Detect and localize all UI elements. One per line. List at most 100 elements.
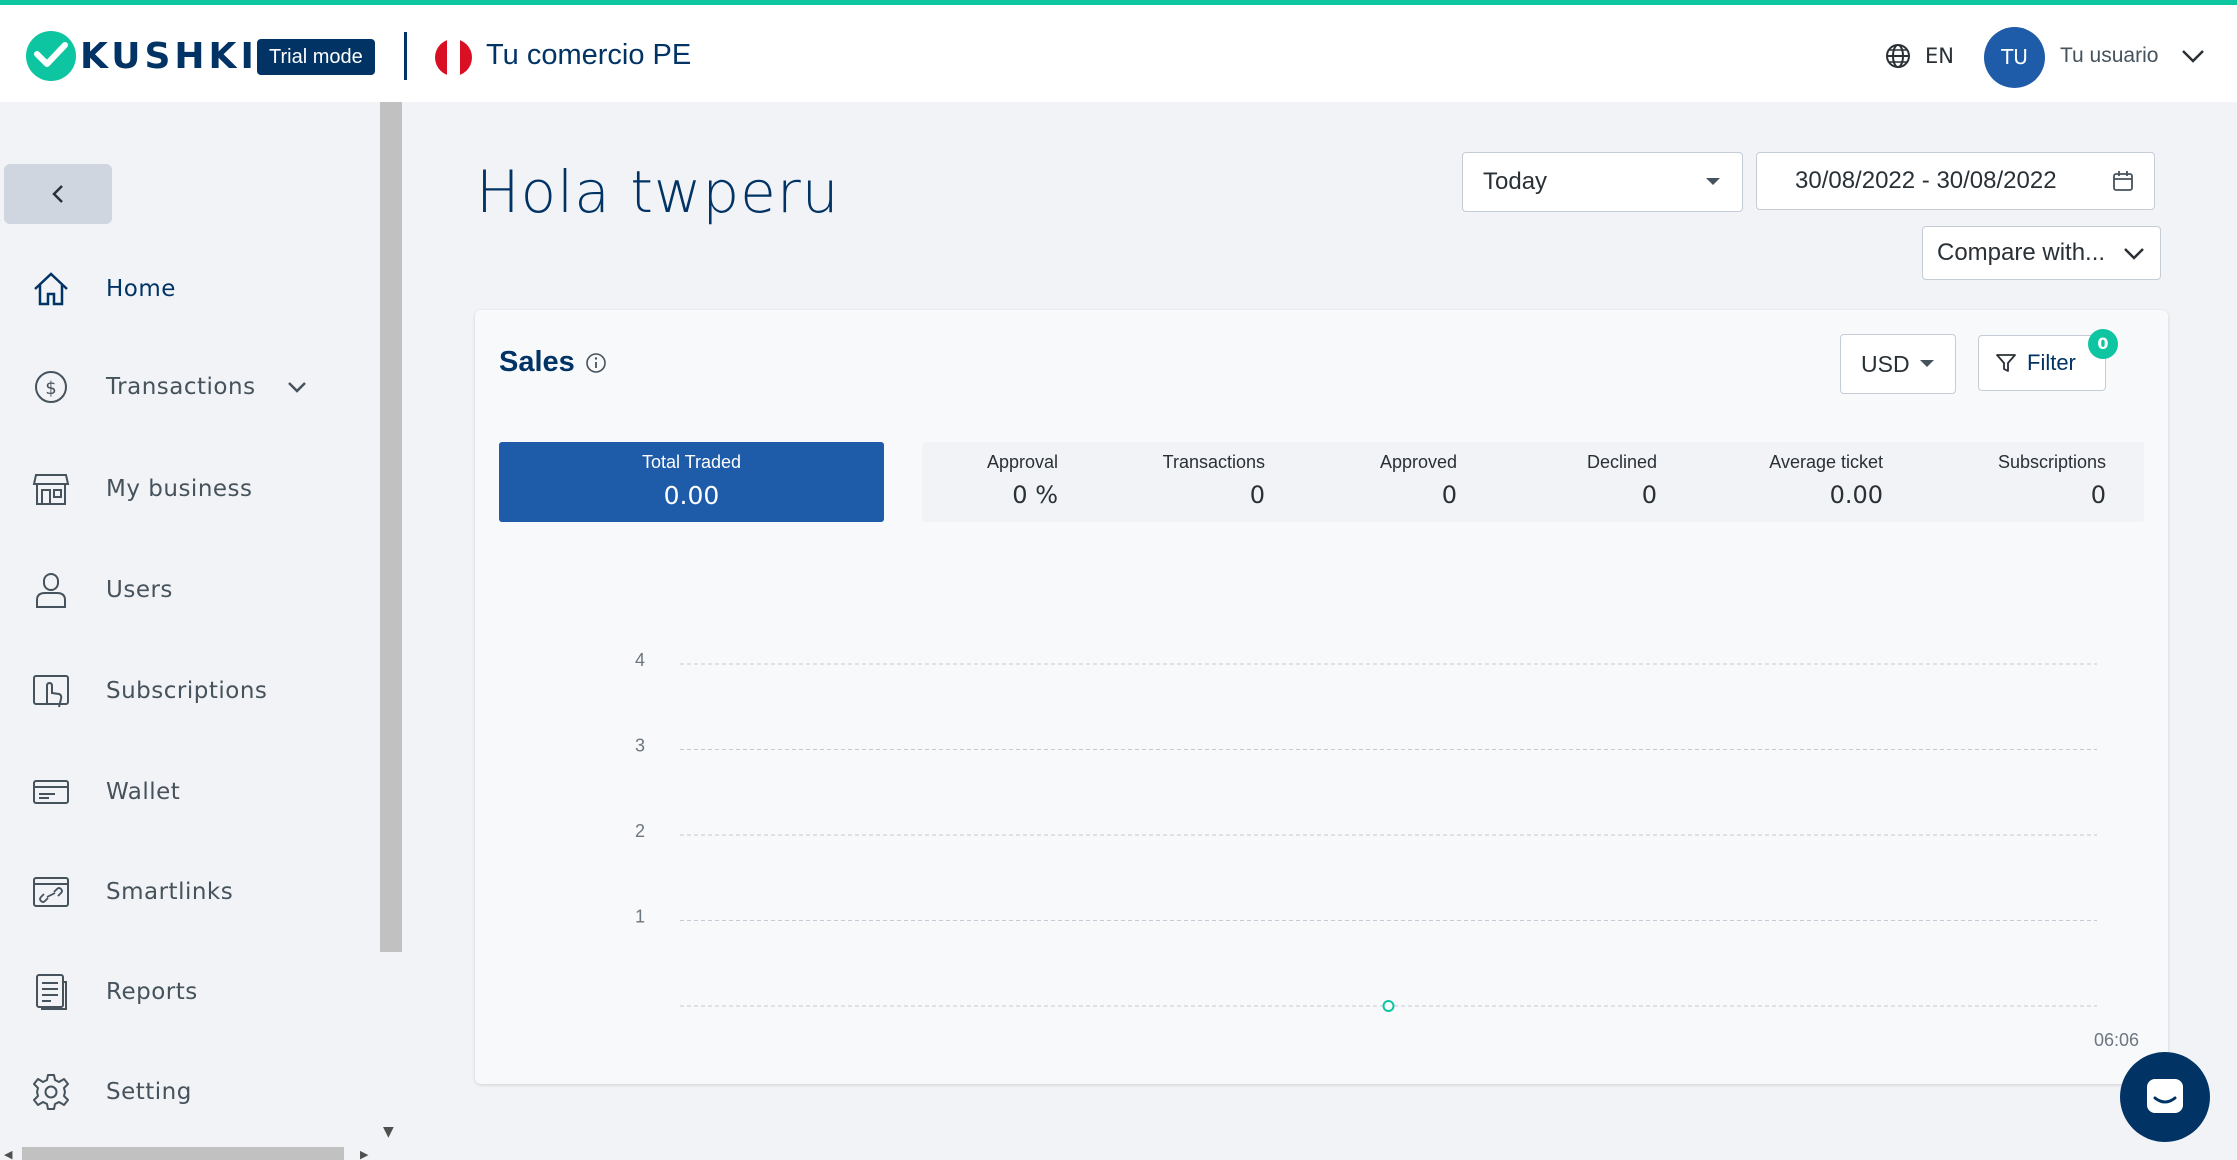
filter-button[interactable]: Filter xyxy=(1978,335,2106,391)
kpi-value: 0 xyxy=(1249,481,1265,509)
kpi-value: 0.00 xyxy=(1829,481,1883,509)
scroll-down-arrow-icon[interactable]: ▼ xyxy=(383,1124,394,1140)
sidebar-item-label: Users xyxy=(106,577,173,603)
touch-tap-icon xyxy=(30,670,72,712)
sidebar-item-label: Smartlinks xyxy=(106,879,234,905)
page-title: Hola twperu xyxy=(476,158,840,226)
kpi-value: 0 xyxy=(2090,481,2106,509)
sidebar-item-smartlinks[interactable]: Smartlinks xyxy=(30,869,233,915)
username[interactable]: Tu usuario xyxy=(2060,44,2158,68)
kpi-label: Average ticket xyxy=(1769,452,1883,472)
logo-check-icon xyxy=(26,31,76,81)
sidebar-item-label: Setting xyxy=(106,1079,192,1105)
chevron-down-icon xyxy=(2124,248,2144,260)
y-tick-label: 3 xyxy=(635,736,645,756)
sidebar-item-label: Wallet xyxy=(106,779,181,805)
peru-flag-icon xyxy=(435,39,472,76)
language-code: EN xyxy=(1925,44,1954,68)
report-icon xyxy=(30,971,72,1013)
kpi-value: 0 xyxy=(1441,481,1457,509)
kpi-value: 0 xyxy=(1641,481,1657,509)
kpi-transactions[interactable]: Transactions 0 xyxy=(1072,442,1265,522)
home-icon xyxy=(30,268,72,310)
sales-line-chart: 1 2 3 4 06:06 xyxy=(635,650,2139,1050)
sidebar-item-subscriptions[interactable]: Subscriptions xyxy=(30,668,267,714)
kpi-label: Declined xyxy=(1586,452,1657,472)
kpi-total-traded[interactable]: Total Traded 0.00 xyxy=(499,442,884,522)
header-divider xyxy=(404,32,407,80)
avatar[interactable]: TU xyxy=(1984,27,2045,88)
kpi-declined[interactable]: Declined 0 xyxy=(1482,442,1657,522)
date-range-picker[interactable]: 30/08/2022 - 30/08/2022 xyxy=(1756,152,2155,210)
kpi-approved[interactable]: Approved 0 xyxy=(1282,442,1457,522)
chevron-down-icon[interactable] xyxy=(2180,45,2206,67)
gear-icon xyxy=(30,1071,72,1113)
sales-card: Sales USD Filter 0 Total Traded 0.00 App… xyxy=(475,310,2168,1084)
top-bar: KUSHKI Trial mode Tu comercio PE EN TU T… xyxy=(0,5,2237,102)
sidebar-item-my-business[interactable]: My business xyxy=(30,466,253,512)
sidebar: Home $ Transactions My business Users Su… xyxy=(0,102,380,1160)
sidebar-scrollbar-thumb[interactable] xyxy=(380,102,402,952)
x-tick-label: 06:06 xyxy=(2094,1030,2139,1050)
kpi-label: Approval xyxy=(986,452,1058,472)
chevron-left-icon xyxy=(52,185,63,203)
filter-icon xyxy=(1996,354,2016,372)
filter-count-badge: 0 xyxy=(2088,329,2118,359)
kpi-row: Approval 0 % Transactions 0 Approved 0 D… xyxy=(922,442,2144,522)
compare-select-value: Compare with... xyxy=(1937,239,2106,266)
store-icon xyxy=(30,468,72,510)
sidebar-item-transactions[interactable]: $ Transactions xyxy=(30,364,308,410)
data-point[interactable] xyxy=(1382,1000,1395,1012)
sidebar-item-label: Reports xyxy=(106,979,198,1005)
sidebar-item-home[interactable]: Home xyxy=(30,266,176,312)
sales-title-text: Sales xyxy=(499,346,575,378)
kpi-subscriptions[interactable]: Subscriptions 0 xyxy=(1912,442,2106,522)
period-select-value: Today xyxy=(1483,168,1548,195)
scroll-left-arrow-icon[interactable]: ◀ xyxy=(4,1148,12,1160)
filter-label: Filter xyxy=(2027,350,2076,375)
language-selector[interactable]: EN xyxy=(1885,43,1954,69)
kpi-label: Approved xyxy=(1379,452,1457,472)
chevron-down-icon[interactable] xyxy=(286,379,308,395)
sidebar-item-setting[interactable]: Setting xyxy=(30,1069,192,1115)
kpi-label: Transactions xyxy=(1162,452,1265,472)
svg-text:$: $ xyxy=(45,378,56,399)
kushki-logo[interactable]: KUSHKI xyxy=(26,31,258,81)
merchant-name: Tu comercio PE xyxy=(486,39,692,71)
sidebar-item-label: Transactions xyxy=(106,374,256,400)
sidebar-item-label: My business xyxy=(106,476,253,502)
y-tick-label: 4 xyxy=(635,650,645,670)
sidebar-item-wallet[interactable]: Wallet xyxy=(30,769,180,815)
sales-title: Sales xyxy=(499,346,607,379)
currency-select[interactable]: USD xyxy=(1840,334,1956,394)
globe-icon xyxy=(1886,44,1910,68)
brand-name: KUSHKI xyxy=(80,35,258,77)
sidebar-item-reports[interactable]: Reports xyxy=(30,969,198,1015)
user-icon xyxy=(30,569,72,611)
caret-down-icon xyxy=(1920,360,1934,367)
calendar-icon xyxy=(2113,171,2133,191)
period-select[interactable]: Today xyxy=(1462,152,1743,212)
scroll-right-arrow-icon[interactable]: ▶ xyxy=(360,1148,368,1160)
link-card-icon xyxy=(30,871,72,913)
kpi-value: 0.00 xyxy=(663,481,720,510)
kpi-approval[interactable]: Approval 0 % xyxy=(922,442,1058,522)
kpi-label: Subscriptions xyxy=(1997,452,2106,472)
y-tick-label: 2 xyxy=(635,821,645,841)
chat-launcher-button[interactable] xyxy=(2120,1052,2210,1142)
compare-select[interactable]: Compare with... xyxy=(1922,226,2161,280)
sidebar-item-users[interactable]: Users xyxy=(30,567,173,613)
kpi-average-ticket[interactable]: Average ticket 0.00 xyxy=(1682,442,1883,522)
sidebar-item-label: Subscriptions xyxy=(106,678,268,704)
dollar-coin-icon: $ xyxy=(30,366,72,408)
y-tick-label: 1 xyxy=(635,907,645,927)
kpi-label: Total Traded xyxy=(641,452,742,472)
info-icon[interactable] xyxy=(585,352,607,374)
horizontal-scrollbar-thumb[interactable] xyxy=(22,1147,344,1160)
sidebar-item-label: Home xyxy=(106,276,176,302)
currency-value: USD xyxy=(1861,350,1910,377)
card-icon xyxy=(30,771,72,813)
chat-icon xyxy=(2147,1079,2183,1113)
collapse-sidebar-button[interactable] xyxy=(4,164,112,224)
kpi-value: 0 % xyxy=(1012,481,1058,509)
